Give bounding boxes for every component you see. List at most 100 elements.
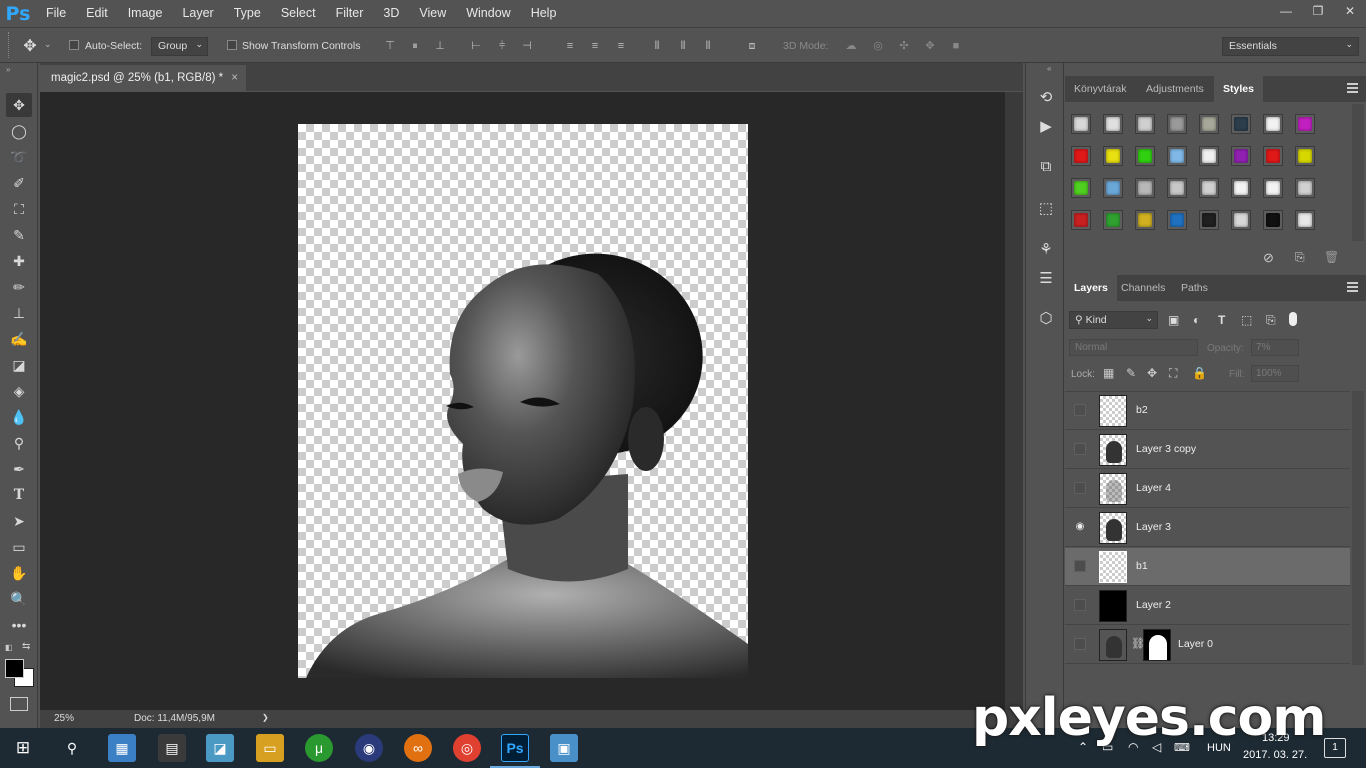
libraries-panel-icon[interactable]: ⧉ [1034, 154, 1058, 178]
visibility-toggle[interactable] [1074, 443, 1086, 455]
align-bottom-icon[interactable]: ⊥ [432, 38, 448, 54]
3d-roll-icon[interactable]: ◎ [870, 38, 886, 54]
status-menu-arrow-icon[interactable]: ❯ [262, 713, 269, 722]
zoom-tool[interactable]: 🔍 [6, 587, 32, 611]
windows-start-icon[interactable]: ⊞ [9, 734, 37, 762]
style-swatch[interactable] [1071, 178, 1091, 198]
history-panel-icon[interactable]: ⟲ [1034, 85, 1058, 109]
eyedropper-tool[interactable]: ✎ [6, 223, 32, 247]
hand-tool[interactable]: ✋ [6, 561, 32, 585]
foreground-color-swatch[interactable] [5, 659, 24, 678]
style-swatch[interactable] [1231, 178, 1251, 198]
clone-source-panel-icon[interactable]: ⬚ [1034, 196, 1058, 220]
tab-libraries[interactable]: Könyvtárak [1065, 76, 1136, 102]
lock-all-icon[interactable]: 🔒 [1192, 366, 1207, 380]
new-style-icon[interactable]: ⎘ [1295, 250, 1305, 265]
visibility-toggle[interactable] [1074, 482, 1086, 494]
marquee-tool[interactable]: ◯ [6, 119, 32, 143]
clear-style-icon[interactable]: ⊘ [1263, 250, 1274, 266]
distribute-left-icon[interactable]: ⦀ [649, 38, 665, 54]
layer-row[interactable]: Layer 4 [1065, 470, 1350, 508]
distribute-bottom-icon[interactable]: ≡ [613, 38, 629, 54]
3d-orbit-icon[interactable]: ☁ [843, 38, 859, 54]
menu-window[interactable]: Window [456, 0, 520, 27]
style-swatch[interactable] [1199, 178, 1219, 198]
style-swatch[interactable] [1103, 210, 1123, 230]
task-view-icon[interactable]: ▦ [108, 734, 136, 762]
style-swatch[interactable] [1263, 178, 1283, 198]
style-swatch[interactable] [1231, 114, 1251, 134]
style-swatch[interactable] [1135, 146, 1155, 166]
menu-filter[interactable]: Filter [326, 0, 374, 27]
lock-transparent-icon[interactable]: ▦ [1103, 366, 1114, 380]
tab-channels[interactable]: Channels [1112, 275, 1174, 301]
distribute-vcenter-icon[interactable]: ≡ [587, 38, 603, 54]
tab-styles[interactable]: Styles [1214, 76, 1263, 102]
styles-scrollbar[interactable] [1352, 104, 1364, 241]
3d-slide-icon[interactable]: ✥ [922, 38, 938, 54]
minimize-button[interactable]: — [1270, 0, 1302, 22]
visibility-toggle[interactable] [1074, 560, 1086, 572]
visibility-toggle[interactable] [1074, 404, 1086, 416]
align-right-icon[interactable]: ⊣ [519, 38, 535, 54]
close-document-icon[interactable]: × [231, 65, 238, 91]
dodge-tool[interactable]: ⚲ [6, 431, 32, 455]
document-canvas[interactable] [298, 124, 748, 678]
align-hcenter-icon[interactable]: ⫩ [494, 38, 510, 54]
filter-adjustment-icon[interactable]: ◐ [1193, 313, 1200, 327]
layer-row[interactable]: ◉ Layer 3 [1065, 509, 1350, 547]
auto-select-checkbox[interactable] [69, 40, 79, 50]
style-swatch[interactable] [1103, 178, 1123, 198]
layer-row[interactable]: Layer 2 [1065, 587, 1350, 625]
nero-icon[interactable]: ∞ [404, 734, 432, 762]
show-transform-checkbox[interactable] [227, 40, 237, 50]
distribute-top-icon[interactable]: ≡ [562, 38, 578, 54]
style-swatch[interactable] [1295, 146, 1315, 166]
layers-panel-menu-icon[interactable] [1347, 282, 1358, 292]
style-swatch[interactable] [1295, 210, 1315, 230]
menu-type[interactable]: Type [224, 0, 271, 27]
3d-scale-icon[interactable]: ■ [948, 38, 964, 54]
menu-view[interactable]: View [409, 0, 456, 27]
lasso-tool[interactable]: ➰ [6, 145, 32, 169]
actions-panel-icon[interactable]: ▶ [1034, 114, 1058, 138]
eye-icon[interactable]: ◉ [1074, 521, 1086, 533]
zoom-level[interactable]: 25% [54, 713, 74, 724]
photos-icon[interactable]: ▣ [550, 734, 578, 762]
styles-panel-menu-icon[interactable] [1347, 83, 1358, 93]
layers-scrollbar[interactable] [1352, 391, 1364, 665]
distribute-hcenter-icon[interactable]: ⦀ [675, 38, 691, 54]
collapse-dock-icon[interactable]: « [1047, 64, 1051, 73]
visibility-toggle[interactable] [1074, 599, 1086, 611]
style-swatch[interactable] [1135, 114, 1155, 134]
style-swatch[interactable] [1167, 114, 1187, 134]
rectangle-tool[interactable]: ▭ [6, 535, 32, 559]
filter-smart-object-icon[interactable]: ⎘ [1266, 313, 1276, 328]
menu-layer[interactable]: Layer [172, 0, 223, 27]
brush-tool[interactable]: ✏ [6, 275, 32, 299]
style-swatch[interactable] [1167, 146, 1187, 166]
more-tools-icon[interactable]: ••• [6, 613, 32, 637]
properties-panel-icon[interactable]: ☰ [1034, 266, 1058, 290]
style-swatch[interactable] [1199, 114, 1219, 134]
restore-button[interactable]: ❐ [1302, 0, 1334, 22]
file-explorer-icon[interactable]: ▭ [256, 734, 284, 762]
quick-select-tool[interactable]: ✐ [6, 171, 32, 195]
style-swatch[interactable] [1231, 146, 1251, 166]
blur-tool[interactable]: 💧 [6, 405, 32, 429]
filter-toggle-icon[interactable] [1289, 312, 1297, 326]
menu-help[interactable]: Help [521, 0, 567, 27]
style-swatch[interactable] [1167, 178, 1187, 198]
style-swatch[interactable] [1071, 114, 1091, 134]
style-swatch[interactable] [1295, 178, 1315, 198]
style-swatch[interactable] [1263, 146, 1283, 166]
style-swatch[interactable] [1103, 114, 1123, 134]
eraser-tool[interactable]: ◪ [6, 353, 32, 377]
search-icon[interactable]: ⚲ [58, 734, 86, 762]
move-tool[interactable]: ✥ [6, 93, 32, 117]
calculator-icon[interactable]: ▤ [158, 734, 186, 762]
lock-artboard-icon[interactable]: ⛶ [1169, 366, 1177, 381]
delete-style-icon[interactable]: 🗑 [1324, 250, 1339, 264]
menu-edit[interactable]: Edit [76, 0, 118, 27]
planet-app-icon[interactable]: ◉ [355, 734, 383, 762]
